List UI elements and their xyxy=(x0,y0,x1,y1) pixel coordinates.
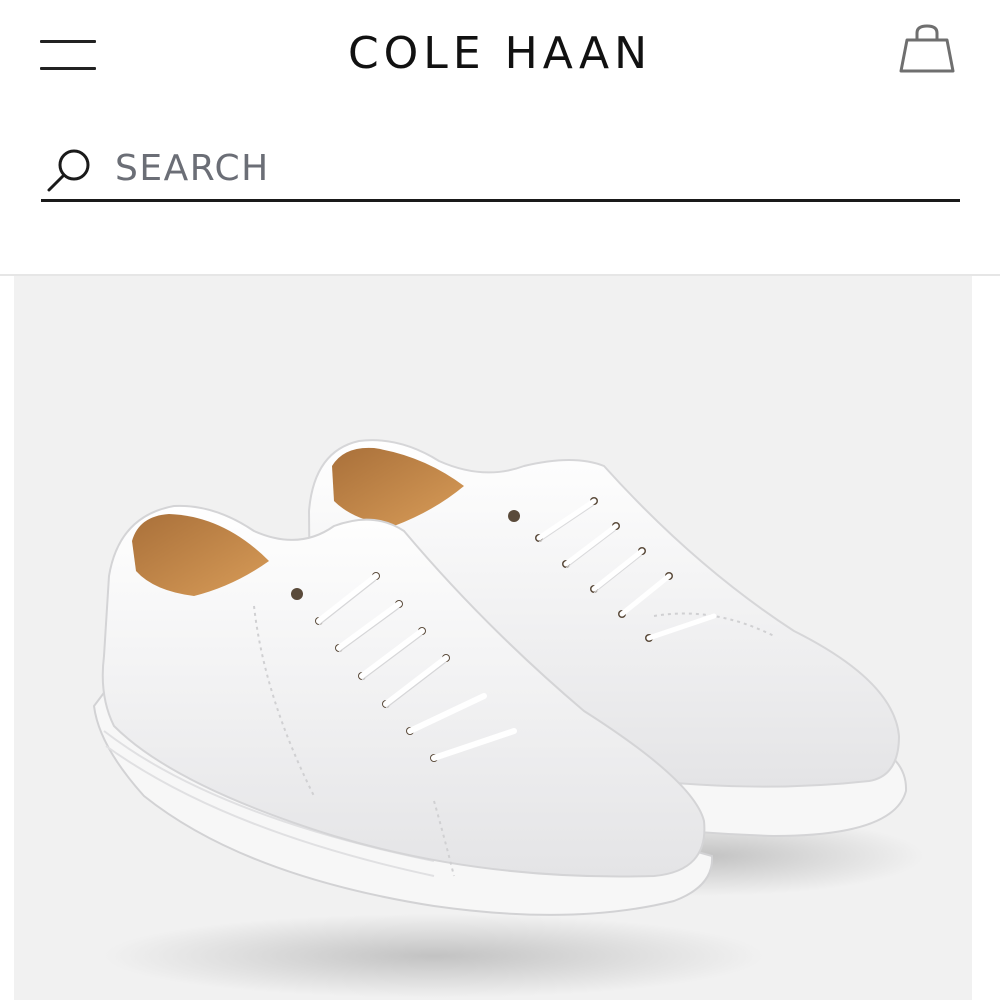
white-sneakers-illustration xyxy=(92,439,924,998)
search-icon[interactable] xyxy=(45,146,93,194)
shopping-bag-icon[interactable] xyxy=(898,24,956,74)
brand-logo[interactable]: COLE HAAN xyxy=(0,26,1000,82)
product-image[interactable] xyxy=(14,276,972,1000)
search-bar xyxy=(41,140,960,202)
site-header: COLE HAAN xyxy=(0,0,1000,276)
search-input[interactable] xyxy=(115,142,935,194)
